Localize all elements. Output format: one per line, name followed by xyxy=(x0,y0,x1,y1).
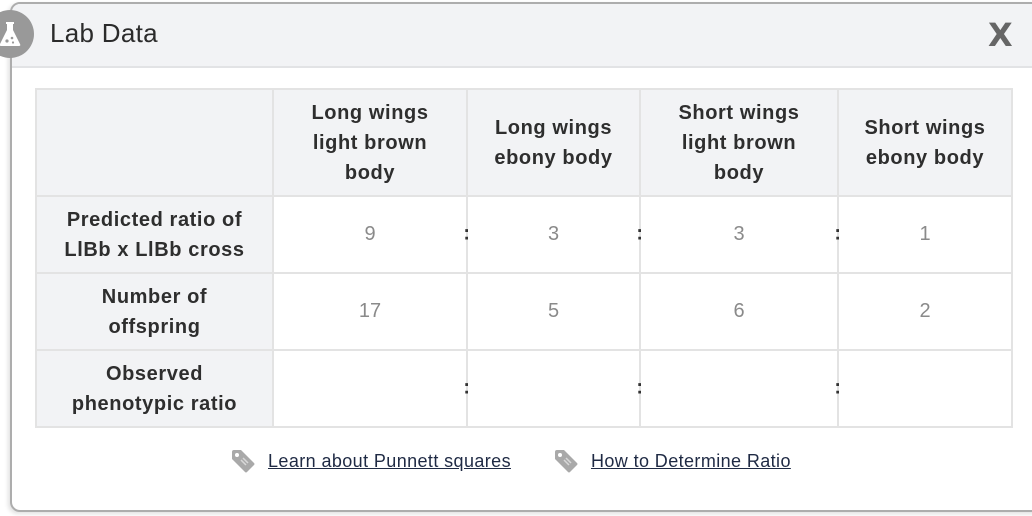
row-header-line: phenotypic ratio xyxy=(71,392,238,415)
dialog-title: Lab Data xyxy=(50,18,158,48)
column-header-line: body xyxy=(344,161,396,184)
link-label[interactable]: Learn about Punnett squares xyxy=(268,451,511,472)
column-header-line: Short wings xyxy=(864,116,986,139)
observed-ratio-input[interactable] xyxy=(837,349,1013,428)
cell-value: 1 xyxy=(919,223,931,245)
column-header-line: ebony body xyxy=(494,146,613,169)
row-header-line: LlBb x LlBb cross xyxy=(64,238,245,261)
row-header-line: Predicted ratio of xyxy=(66,208,243,231)
row-header: Number of offspring xyxy=(35,272,274,351)
cell-value: 9 xyxy=(364,223,376,245)
table-row-predicted-ratio: Predicted ratio of LlBb x LlBb cross 9 :… xyxy=(35,195,1013,274)
offspring-count-cell: 2 xyxy=(837,272,1013,351)
flask-icon xyxy=(0,22,21,46)
cell-value: 17 xyxy=(358,300,382,322)
cell-value: 5 xyxy=(547,300,560,322)
link-determine-ratio[interactable]: How to Determine Ratio xyxy=(553,448,791,474)
table-row-offspring: Number of offspring 17 5 6 2 xyxy=(35,272,1013,351)
column-header: Long wings ebony body xyxy=(466,88,641,197)
column-header-line: light brown xyxy=(312,131,428,154)
link-punnett-squares[interactable]: Learn about Punnett squares xyxy=(230,448,511,474)
link-label[interactable]: How to Determine Ratio xyxy=(591,451,791,472)
column-header: Long wings light brown body xyxy=(272,88,468,197)
cell-value: 3 xyxy=(733,223,745,245)
dialog-header: Lab Data X xyxy=(12,4,1032,68)
cell-value: 3 xyxy=(547,223,560,245)
column-header-line: body xyxy=(713,161,765,184)
table-corner-cell xyxy=(35,88,274,197)
predicted-value-cell: 3 : xyxy=(639,195,841,274)
column-header: Short wings light brown body xyxy=(639,88,839,197)
table-row-observed-ratio: Observed phenotypic ratio : : : xyxy=(35,349,1013,428)
predicted-value-cell: 3 : xyxy=(466,195,643,274)
cell-value: 6 xyxy=(733,300,745,322)
tag-icon xyxy=(232,450,255,473)
tag-icon xyxy=(554,450,578,473)
table-header-row: Long wings light brown body Long wings e… xyxy=(35,88,1013,197)
offspring-count-cell: 6 xyxy=(639,272,839,351)
column-header-line: light brown xyxy=(681,131,797,154)
column-header-line: ebony body xyxy=(865,146,985,169)
help-links: Learn about Punnett squares How to Deter… xyxy=(230,448,833,474)
column-header: Short wings ebony body xyxy=(837,88,1013,197)
row-header-line: Number of xyxy=(101,285,208,308)
observed-ratio-input[interactable]: : xyxy=(466,349,643,428)
predicted-value-cell: 1 xyxy=(837,195,1013,274)
cell-value: 2 xyxy=(919,300,931,322)
row-header-line: offspring xyxy=(108,315,201,338)
row-header: Predicted ratio of LlBb x LlBb cross xyxy=(35,195,274,274)
observed-ratio-input[interactable]: : xyxy=(272,349,470,428)
column-header-line: Long wings xyxy=(494,116,613,139)
row-header: Observed phenotypic ratio xyxy=(35,349,274,428)
column-header-line: Long wings xyxy=(311,101,429,124)
predicted-value-cell: 9 : xyxy=(272,195,470,274)
column-header-line: Short wings xyxy=(678,101,800,124)
offspring-count-cell: 5 xyxy=(466,272,641,351)
row-header-line: Observed xyxy=(105,362,204,385)
close-button[interactable]: X xyxy=(988,16,1013,54)
lab-data-table: Long wings light brown body Long wings e… xyxy=(35,88,1013,428)
offspring-count-cell: 17 xyxy=(272,272,468,351)
observed-ratio-input[interactable]: : xyxy=(639,349,841,428)
